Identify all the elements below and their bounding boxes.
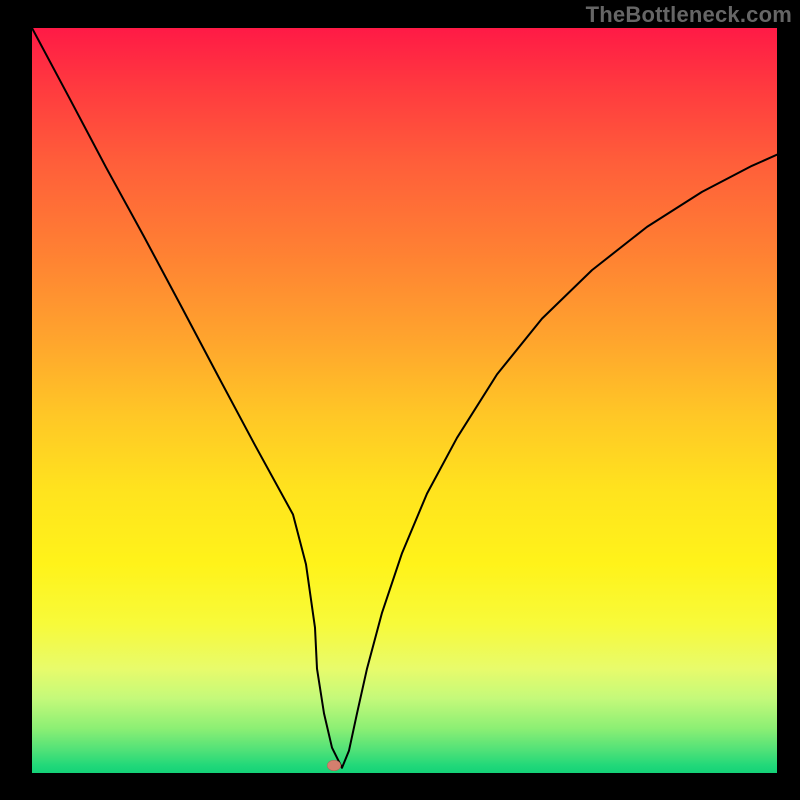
watermark-text: TheBottleneck.com xyxy=(586,2,792,28)
bottleneck-curve xyxy=(32,28,777,773)
plot-area xyxy=(32,28,777,773)
optimal-point-marker xyxy=(327,760,341,771)
chart-container: TheBottleneck.com xyxy=(0,0,800,800)
